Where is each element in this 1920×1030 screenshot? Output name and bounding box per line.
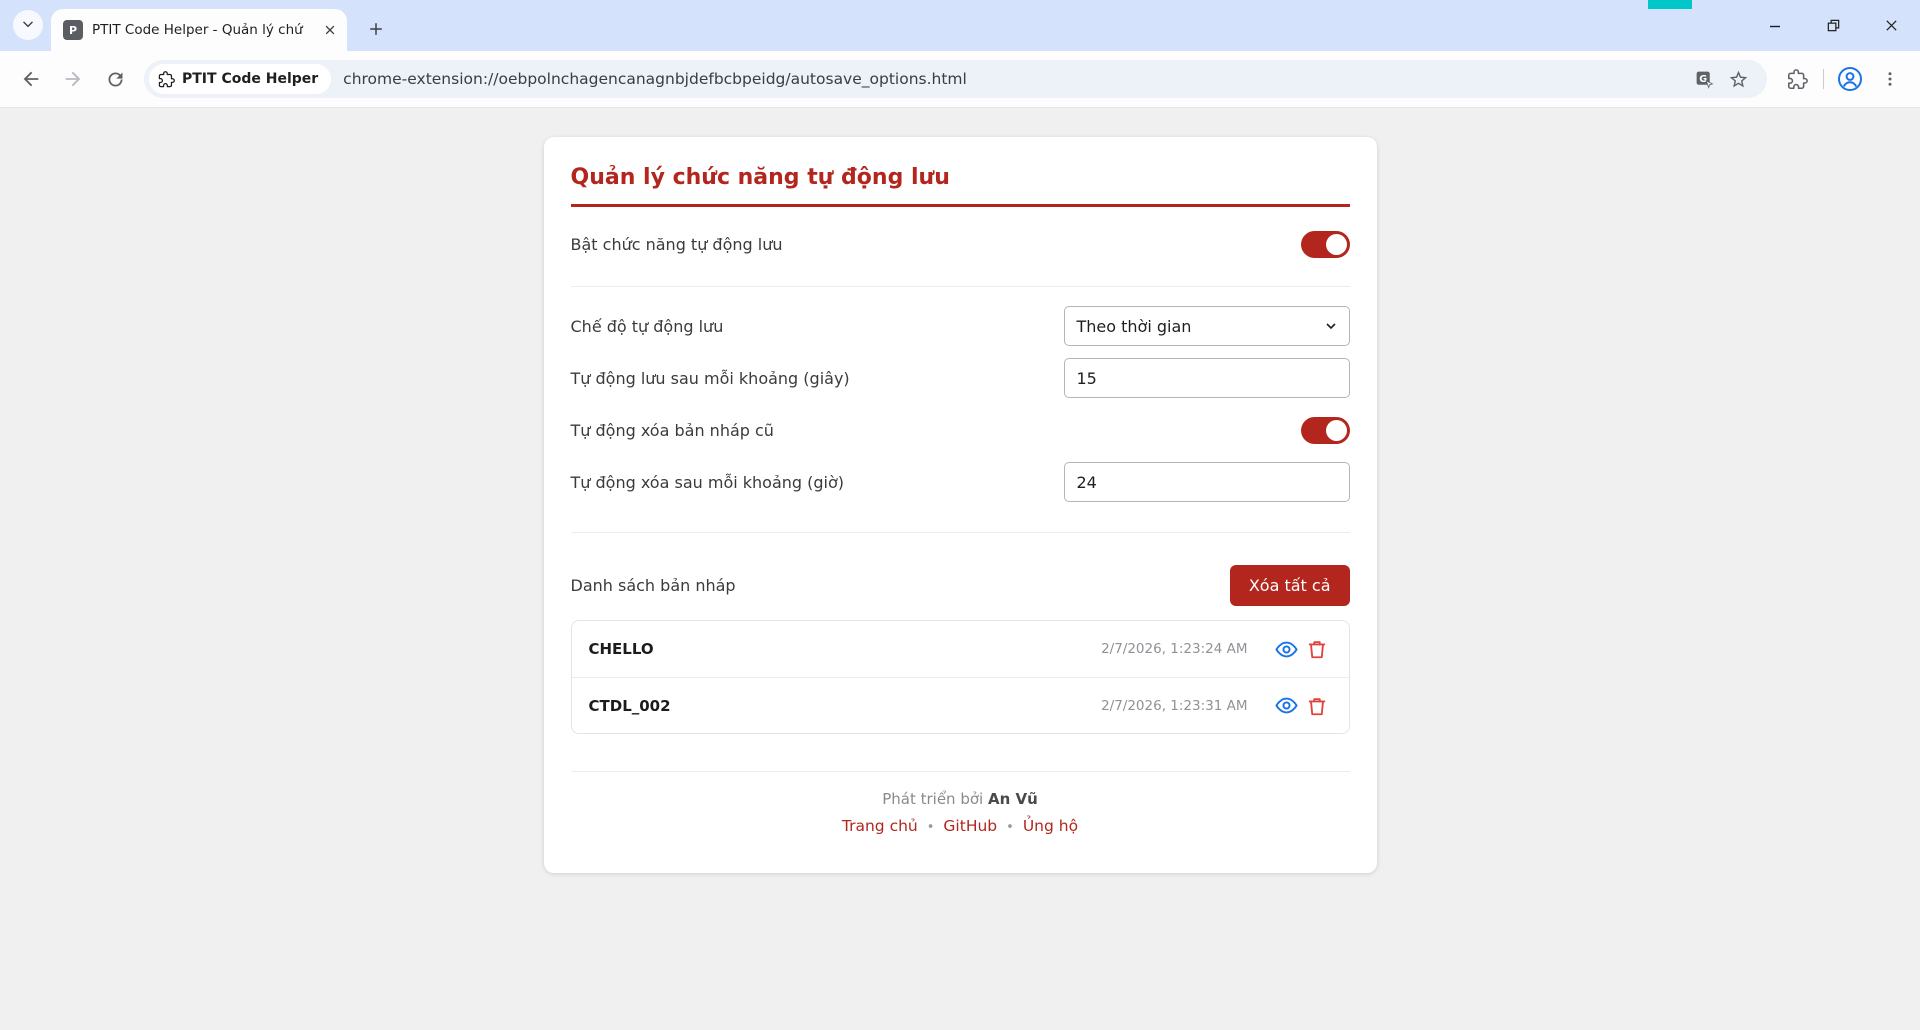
extension-name-chip[interactable]: PTIT Code Helper <box>149 64 331 94</box>
screen-capture-indicator <box>1648 0 1692 9</box>
dot-separator: • <box>1006 820 1014 835</box>
draft-name: CTDL_002 <box>589 697 1102 715</box>
reload-icon <box>105 69 126 90</box>
credit-name: An Vũ <box>988 790 1038 808</box>
kebab-menu-icon <box>1881 70 1899 88</box>
toolbar-right-cluster <box>1777 59 1910 99</box>
dot-separator: • <box>927 820 935 835</box>
tab-search-button[interactable] <box>13 10 43 40</box>
trash-icon <box>1306 695 1328 717</box>
eye-icon <box>1275 638 1298 661</box>
separator <box>571 286 1350 287</box>
select-caret-icon <box>1325 320 1337 332</box>
delete-interval-label: Tự động xóa sau mỗi khoảng (giờ) <box>571 473 845 492</box>
footer-links: Trang chủ • GitHub • Ủng hộ <box>571 817 1350 835</box>
chevron-down-icon <box>21 16 35 35</box>
drafts-header-row: Danh sách bản nháp Xóa tất cả <box>571 559 1350 611</box>
delete-all-button[interactable]: Xóa tất cả <box>1230 565 1350 606</box>
delete-draft-button[interactable] <box>1302 691 1332 721</box>
reload-button[interactable] <box>94 58 136 100</box>
save-interval-input[interactable] <box>1064 358 1350 398</box>
draft-list-item: CHELLO 2/7/2026, 1:23:24 AM <box>572 621 1349 677</box>
close-icon <box>323 23 337 37</box>
autodelete-toggle[interactable] <box>1301 417 1350 444</box>
toggle-knob <box>1326 420 1347 441</box>
back-arrow-icon <box>20 68 42 90</box>
view-draft-button[interactable] <box>1272 634 1302 664</box>
extension-icon <box>158 71 175 88</box>
page-title: Quản lý chức năng tự động lưu <box>571 165 1350 207</box>
separator <box>571 532 1350 533</box>
new-tab-button[interactable] <box>362 15 390 43</box>
eye-icon <box>1275 694 1298 717</box>
maximize-button[interactable] <box>1804 0 1862 51</box>
save-interval-row: Tự động lưu sau mỗi khoảng (giây) <box>571 352 1350 404</box>
trash-icon <box>1306 638 1328 660</box>
tab-close-button[interactable] <box>321 21 339 39</box>
draft-name: CHELLO <box>589 640 1102 658</box>
draft-list: CHELLO 2/7/2026, 1:23:24 AM CTDL_002 2/7… <box>571 620 1350 734</box>
restore-icon <box>1826 18 1841 33</box>
delete-interval-row: Tự động xóa sau mỗi khoảng (giờ) <box>571 456 1350 508</box>
svg-text:G: G <box>1699 73 1707 84</box>
enable-autosave-toggle[interactable] <box>1301 231 1350 258</box>
autosave-mode-select[interactable]: Theo thời gian <box>1064 306 1350 346</box>
forward-button[interactable] <box>52 58 94 100</box>
draft-timestamp: 2/7/2026, 1:23:31 AM <box>1101 698 1247 714</box>
enable-autosave-label: Bật chức năng tự động lưu <box>571 235 783 254</box>
minimize-icon <box>1768 19 1782 33</box>
autosave-mode-value: Theo thời gian <box>1077 317 1192 336</box>
profile-button[interactable] <box>1830 59 1870 99</box>
drafts-header-label: Danh sách bản nháp <box>571 576 736 595</box>
tab-title: PTIT Code Helper - Quản lý chứ <box>92 22 321 38</box>
tab-favicon: P <box>63 20 83 40</box>
profile-avatar-icon <box>1837 66 1863 92</box>
forward-arrow-icon <box>62 68 84 90</box>
extensions-menu-button[interactable] <box>1777 59 1817 99</box>
plus-icon <box>367 20 385 38</box>
window-controls <box>1746 0 1920 51</box>
draft-list-item: CTDL_002 2/7/2026, 1:23:31 AM <box>572 677 1349 733</box>
browser-tab[interactable]: P PTIT Code Helper - Quản lý chứ <box>51 9 347 51</box>
delete-draft-button[interactable] <box>1302 634 1332 664</box>
close-window-button[interactable] <box>1862 0 1920 51</box>
address-bar[interactable]: PTIT Code Helper chrome-extension://oebp… <box>144 60 1767 98</box>
save-interval-label: Tự động lưu sau mỗi khoảng (giây) <box>571 369 850 388</box>
extension-chip-label: PTIT Code Helper <box>182 71 318 87</box>
draft-timestamp: 2/7/2026, 1:23:24 AM <box>1101 641 1247 657</box>
minimize-button[interactable] <box>1746 0 1804 51</box>
card-footer: Phát triển bởi An Vũ Trang chủ • GitHub • Ủn… <box>571 772 1350 835</box>
tab-strip: P PTIT Code Helper - Quản lý chứ <box>0 0 1920 51</box>
extensions-puzzle-icon <box>1787 69 1808 90</box>
close-icon <box>1884 18 1899 33</box>
toggle-knob <box>1326 234 1347 255</box>
extension-options-page: Quản lý chức năng tự động lưu Bật chức n… <box>0 108 1920 1030</box>
browser-menu-button[interactable] <box>1870 59 1910 99</box>
bookmark-button[interactable] <box>1721 62 1755 96</box>
autodelete-label: Tự động xóa bản nháp cũ <box>571 421 774 440</box>
back-button[interactable] <box>10 58 52 100</box>
developer-credit: Phát triển bởi An Vũ <box>571 790 1350 808</box>
delete-interval-input[interactable] <box>1064 462 1350 502</box>
toolbar-divider <box>1823 69 1824 89</box>
browser-toolbar: PTIT Code Helper chrome-extension://oebp… <box>0 51 1920 108</box>
autodelete-row: Tự động xóa bản nháp cũ <box>571 404 1350 456</box>
autosave-mode-row: Chế độ tự động lưu Theo thời gian <box>571 300 1350 352</box>
url-text: chrome-extension://oebpolnchagencanagnbj… <box>343 70 1687 88</box>
autosave-settings-card: Quản lý chức năng tự động lưu Bật chức n… <box>544 137 1377 873</box>
link-donate[interactable]: Ủng hộ <box>1023 817 1078 835</box>
enable-autosave-row: Bật chức năng tự động lưu <box>571 207 1350 281</box>
link-home[interactable]: Trang chủ <box>842 817 918 835</box>
star-icon <box>1728 69 1749 90</box>
link-github[interactable]: GitHub <box>943 817 997 835</box>
autosave-mode-label: Chế độ tự động lưu <box>571 317 724 336</box>
translate-button[interactable]: G <box>1687 62 1721 96</box>
credit-prefix: Phát triển bởi <box>882 790 983 808</box>
translate-icon: G <box>1694 69 1715 90</box>
view-draft-button[interactable] <box>1272 691 1302 721</box>
